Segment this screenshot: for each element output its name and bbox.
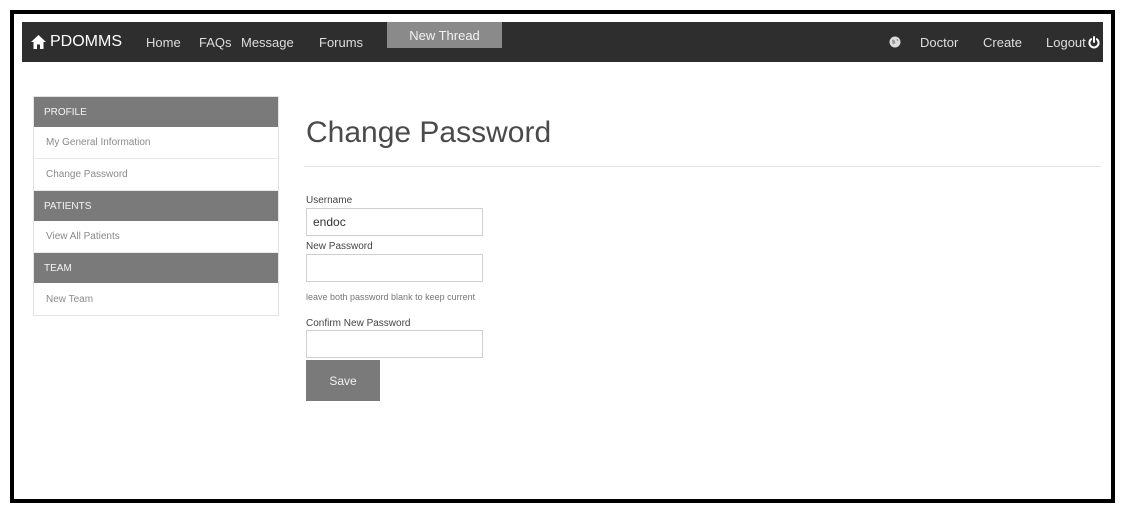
nav-message[interactable]: Message xyxy=(241,22,294,62)
home-icon xyxy=(31,35,46,49)
logout-label: Logout xyxy=(1046,34,1086,50)
new-password-input[interactable] xyxy=(306,254,483,282)
confirm-password-input[interactable] xyxy=(306,330,483,358)
username-label: Username xyxy=(306,195,353,206)
sidebar-item-change-password[interactable]: Change Password xyxy=(34,159,278,191)
page-title: Change Password xyxy=(306,116,552,149)
power-icon xyxy=(1088,35,1100,48)
globe-icon[interactable] xyxy=(889,36,901,48)
username-input[interactable] xyxy=(306,208,483,236)
nav-create[interactable]: Create xyxy=(983,22,1022,62)
new-password-label: New Password xyxy=(306,241,373,252)
brand-label: PDOMMS xyxy=(50,33,122,50)
password-help-text: leave both password blank to keep curren… xyxy=(306,292,476,302)
sidebar: PROFILE My General Information Change Pa… xyxy=(33,96,279,316)
title-divider xyxy=(304,166,1101,167)
sidebar-item-new-team[interactable]: New Team xyxy=(34,283,278,315)
confirm-password-label: Confirm New Password xyxy=(306,318,411,329)
sidebar-item-view-patients[interactable]: View All Patients xyxy=(34,221,278,253)
nav-new-thread[interactable]: New Thread xyxy=(387,22,502,48)
top-navbar: PDOMMS Home FAQs Message Forums New Thre… xyxy=(22,22,1103,62)
sidebar-header-patients: PATIENTS xyxy=(34,191,278,221)
nav-logout[interactable]: Logout xyxy=(1046,22,1100,62)
brand-link[interactable]: PDOMMS xyxy=(31,22,122,62)
window-frame: PDOMMS Home FAQs Message Forums New Thre… xyxy=(10,10,1115,503)
sidebar-item-general-info[interactable]: My General Information xyxy=(34,127,278,159)
nav-doctor[interactable]: Doctor xyxy=(920,22,958,62)
nav-home[interactable]: Home xyxy=(146,22,181,62)
save-button[interactable]: Save xyxy=(306,360,380,401)
nav-forums[interactable]: Forums xyxy=(319,22,363,62)
sidebar-header-profile: PROFILE xyxy=(34,97,278,127)
sidebar-header-team: TEAM xyxy=(34,253,278,283)
nav-faqs[interactable]: FAQs xyxy=(199,22,232,62)
